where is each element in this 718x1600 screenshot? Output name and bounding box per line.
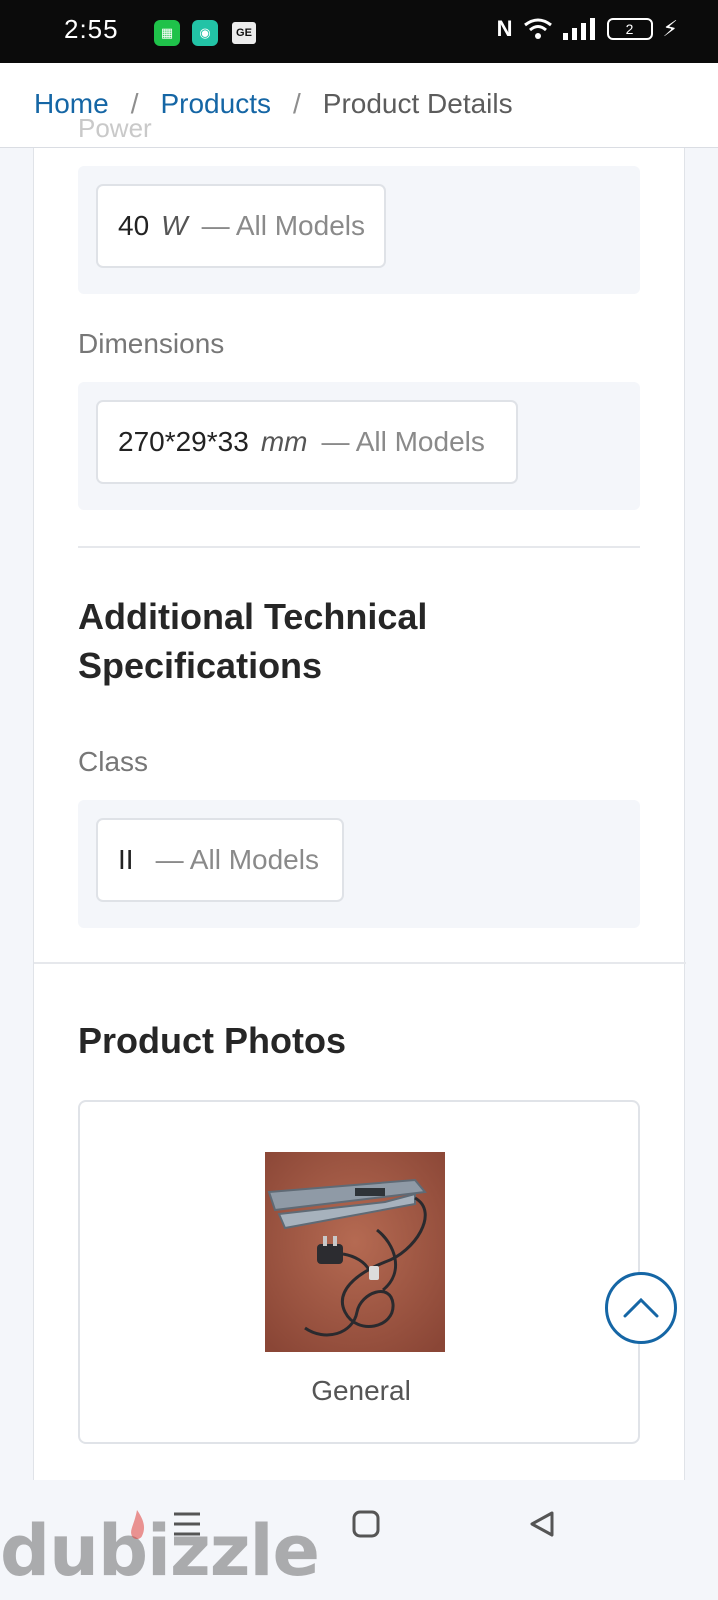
breadcrumb-products-link[interactable]: Products [160, 88, 271, 120]
spec-models: — All Models [201, 210, 365, 241]
battery-icon: 2 [606, 18, 653, 40]
breadcrumb-separator: / [292, 88, 301, 119]
class-label: Class [78, 746, 149, 777]
section-divider [34, 962, 686, 964]
status-bar: 2:55 ▦ ◉ GE N 2 ⚡ [0, 0, 718, 63]
battery-level: 2 [625, 21, 634, 37]
spec-value: 270*29*33 [118, 426, 249, 457]
app-green-icon: ▦ [154, 20, 180, 46]
breadcrumb-current: Product Details [322, 88, 513, 119]
breadcrumb-home-link[interactable]: Home [34, 88, 109, 120]
spec-value: 40 [118, 210, 150, 241]
product-photos-heading: Product Photos [78, 1020, 346, 1061]
product-details-card: 40 W — All Models Dimensions 270*29*33 m… [33, 148, 686, 1480]
spec-models: — All Models [321, 426, 485, 457]
wifi-icon [523, 18, 552, 39]
dimensions-spec-value: 270*29*33 mm — All Models [96, 400, 518, 484]
nfc-icon: N [496, 16, 513, 41]
power-spec-value: 40 W — All Models [96, 184, 386, 268]
spec-unit: W [161, 210, 188, 241]
breadcrumb: Home / Products / Product Details [34, 88, 513, 120]
status-time: 2:55 [64, 14, 119, 44]
spec-models: — All Models [155, 844, 319, 875]
app-ge-icon: GE [232, 22, 256, 44]
chevron-up-icon [623, 1297, 659, 1318]
flame-icon [131, 1510, 145, 1539]
class-spec-block: II — All Models [78, 800, 640, 928]
charging-icon: ⚡ [662, 16, 678, 41]
home-nav-icon[interactable] [352, 1510, 380, 1538]
dubizzle-watermark: dubizzle [0, 1510, 320, 1592]
additional-specs-heading: Additional Technical Specifications [78, 596, 428, 686]
section-divider [78, 546, 640, 548]
app-teal-icon: ◉ [192, 20, 218, 46]
dimensions-spec-block: 270*29*33 mm — All Models [78, 382, 640, 510]
photo-card[interactable]: General [78, 1100, 640, 1444]
signal-icon [562, 18, 595, 40]
power-spec-block: 40 W — All Models [78, 166, 640, 294]
breadcrumb-separator: / [130, 88, 139, 119]
scroll-to-top-button[interactable] [605, 1272, 677, 1344]
product-photo[interactable] [265, 1152, 445, 1352]
spec-unit: mm [260, 426, 308, 457]
breadcrumb-header: Power Home / Products / Product Details [0, 63, 718, 148]
dimensions-label: Dimensions [78, 328, 225, 359]
photo-caption: General [311, 1375, 411, 1406]
back-nav-icon[interactable] [528, 1510, 556, 1538]
class-spec-value: II — All Models [96, 818, 344, 902]
spec-value: II [118, 844, 134, 875]
